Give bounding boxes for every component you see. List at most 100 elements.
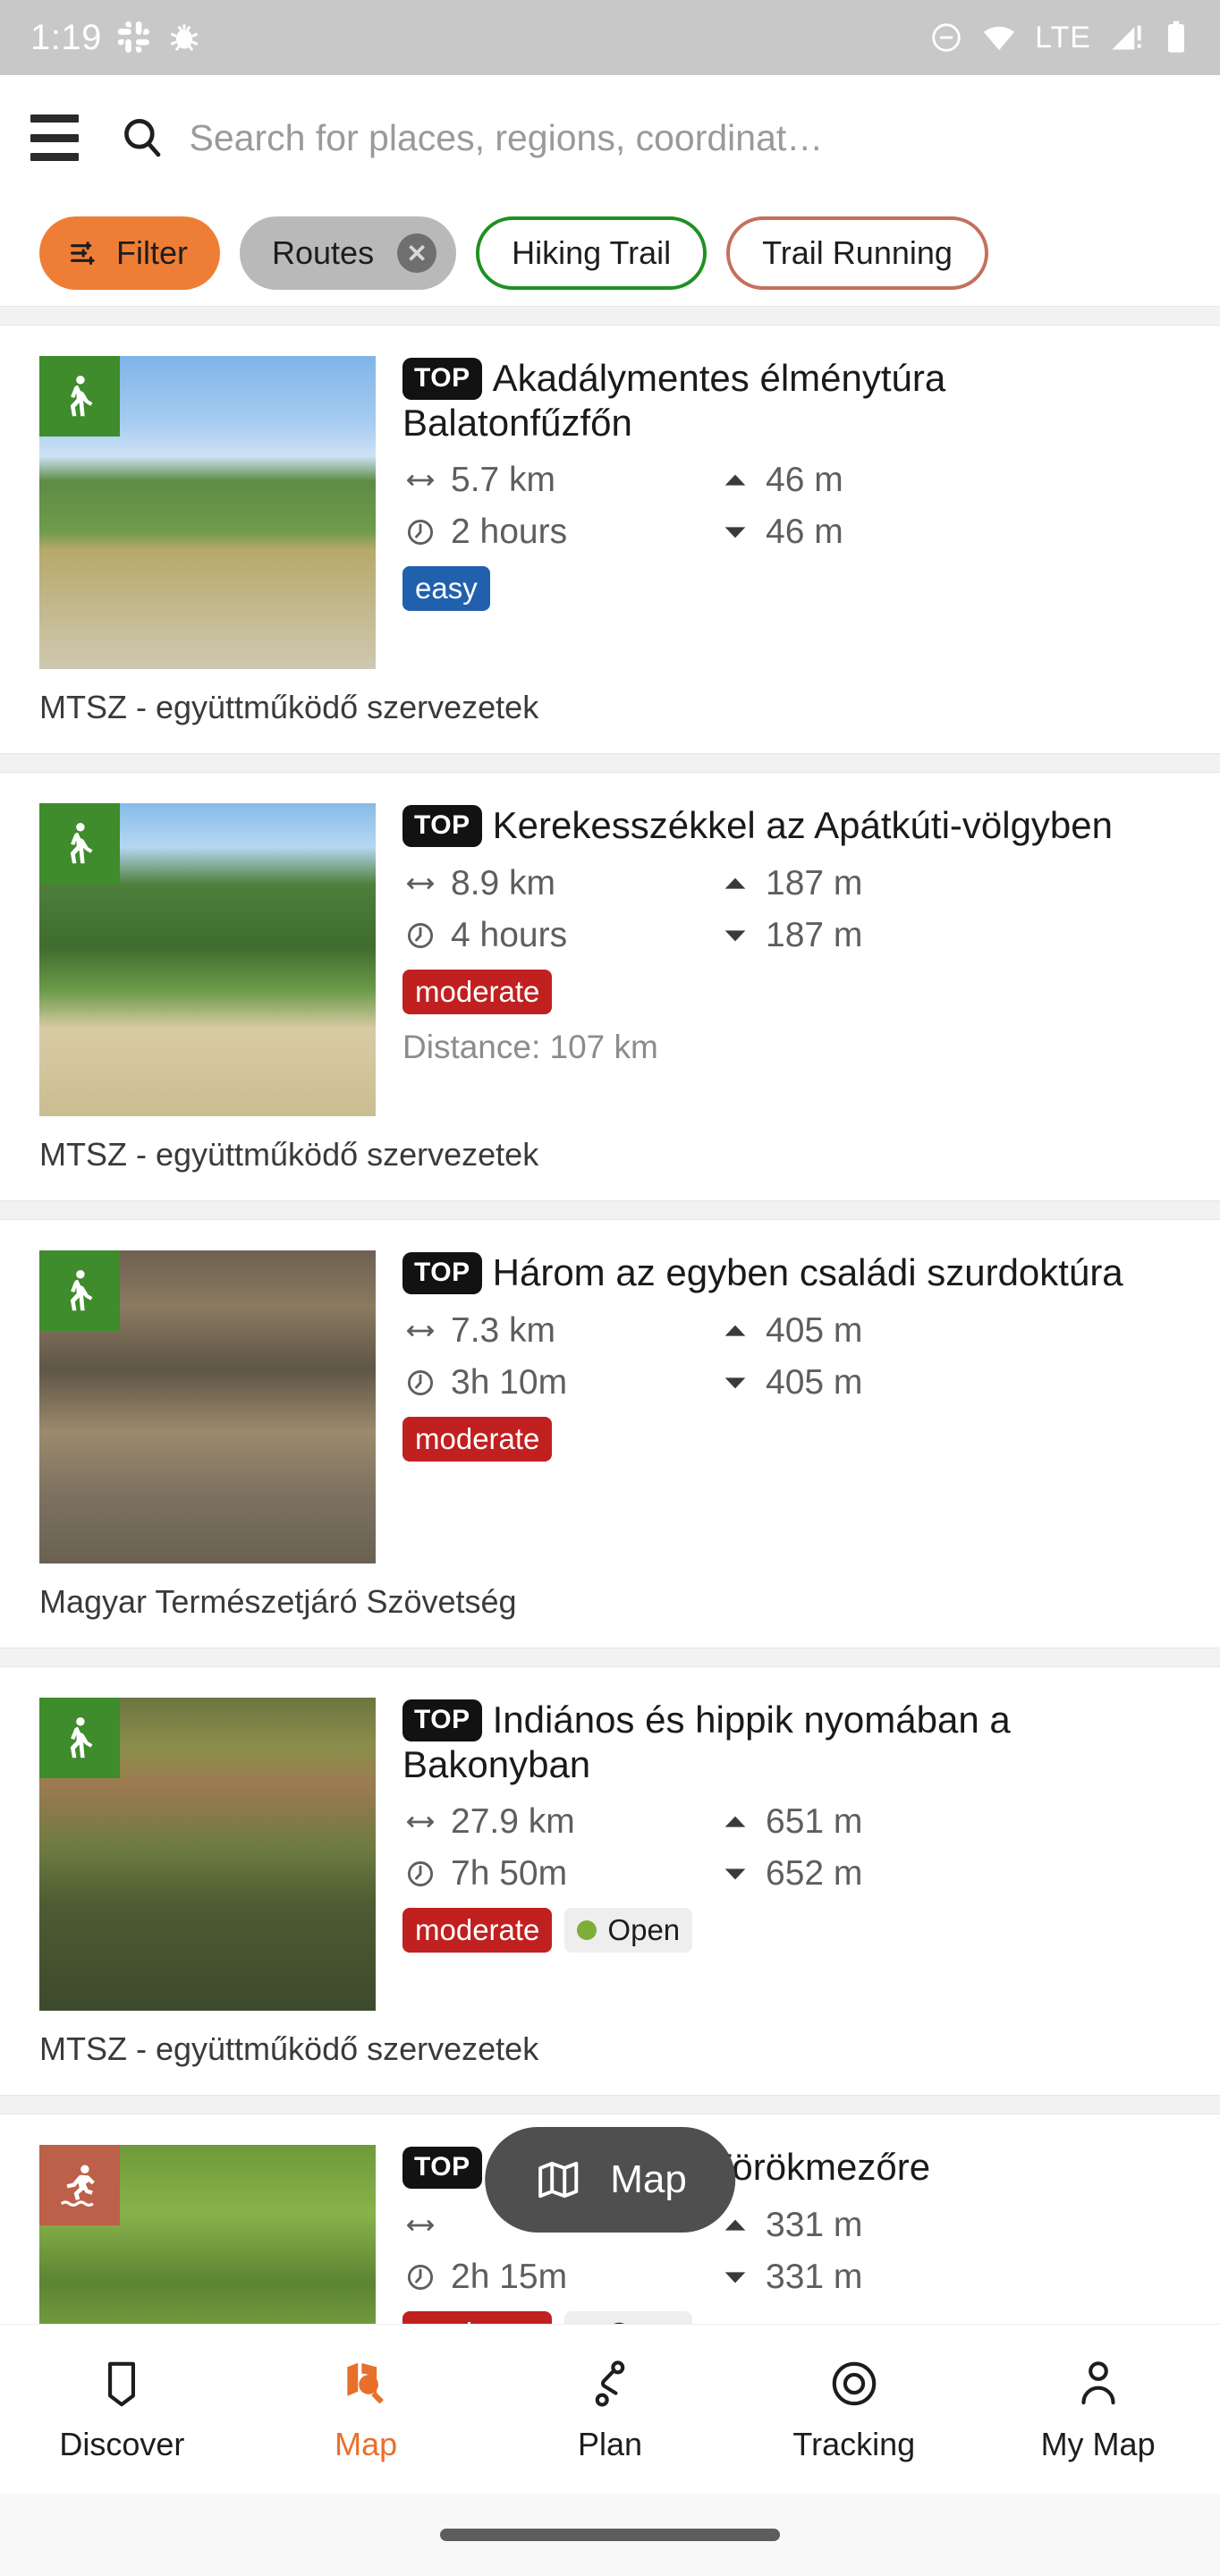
filter-chips-row[interactable]: Filter Routes ✕ Hiking Trail Trail Runni… bbox=[0, 200, 1220, 306]
nav-item-plan[interactable]: Plan bbox=[488, 2356, 733, 2463]
list-divider bbox=[0, 306, 1220, 326]
list-divider bbox=[0, 2095, 1220, 2114]
result-stats: 8.9 km 187 m 4 hours 187 m bbox=[402, 864, 1181, 955]
ascent-icon bbox=[717, 2210, 753, 2241]
network-type-label: LTE bbox=[1035, 20, 1091, 55]
chip-hiking-trail[interactable]: Hiking Trail bbox=[476, 216, 707, 290]
distance-icon bbox=[402, 1315, 438, 1347]
stat-descent-value: 46 m bbox=[766, 513, 843, 552]
home-indicator[interactable] bbox=[440, 2529, 780, 2541]
result-title: Három az egyben családi szurdoktúra bbox=[492, 1251, 1123, 1293]
trail-running-icon bbox=[39, 2145, 120, 2225]
result-thumbnail[interactable] bbox=[39, 1698, 376, 2011]
result-stats: 27.9 km 651 m 7h 50m 652 m bbox=[402, 1802, 1181, 1894]
stat-distance: 5.7 km bbox=[402, 461, 717, 500]
stat-descent-value: 187 m bbox=[766, 915, 863, 954]
status-badge-label: Open bbox=[607, 2317, 680, 2324]
stat-descent: 405 m bbox=[717, 1363, 1181, 1402]
stat-ascent-value: 651 m bbox=[766, 1802, 863, 1842]
result-thumbnail[interactable] bbox=[39, 1250, 376, 1563]
stat-distance-value: 27.9 km bbox=[451, 1802, 575, 1842]
chip-routes[interactable]: Routes ✕ bbox=[240, 216, 457, 290]
result-card[interactable]: TOP Kerekesszékkel az Apátkúti-völgyben 8… bbox=[0, 773, 1220, 1200]
nav-item-discover[interactable]: Discover bbox=[0, 2356, 244, 2463]
search-input[interactable] bbox=[189, 116, 1190, 159]
result-title: Indiános és hippik nyomában a Bakonyban bbox=[402, 1699, 1011, 1785]
result-thumbnail[interactable] bbox=[39, 356, 376, 669]
hamburger-menu-icon[interactable] bbox=[30, 114, 79, 161]
stat-duration: 3h 10m bbox=[402, 1363, 717, 1402]
result-info: TOP Indiános és hippik nyomában a Bakonyb… bbox=[376, 1698, 1181, 2011]
clock-icon bbox=[402, 1858, 438, 1890]
top-badge: TOP bbox=[402, 805, 482, 848]
clock-icon bbox=[402, 2261, 438, 2293]
stat-descent-value: 652 m bbox=[766, 1854, 863, 1894]
clock-icon bbox=[402, 516, 438, 548]
difficulty-badge: moderate bbox=[402, 2310, 553, 2324]
stat-ascent-value: 46 m bbox=[766, 461, 843, 500]
descent-icon bbox=[717, 1859, 753, 1889]
results-list[interactable]: TOP Akadálymentes élménytúra Balatonfűzfő… bbox=[0, 306, 1220, 2324]
target-icon bbox=[832, 2361, 877, 2405]
stat-duration: 7h 50m bbox=[402, 1854, 717, 1894]
result-card[interactable]: TOP Három az egyben családi szurdoktúra 7… bbox=[0, 1220, 1220, 1648]
nav-item-map-label: Map bbox=[335, 2425, 398, 2462]
difficulty-badge: moderate bbox=[402, 1416, 553, 1462]
home-indicator-area bbox=[0, 2494, 1220, 2576]
nav-item-my-map-label: My Map bbox=[1040, 2425, 1156, 2462]
bug-icon bbox=[170, 24, 199, 52]
result-card[interactable]: TOP Akadálymentes élménytúra Balatonfűzfő… bbox=[0, 326, 1220, 753]
result-source: MTSZ - együttműködő szervezetek bbox=[39, 2030, 539, 2067]
signal-icon bbox=[1112, 25, 1141, 50]
nav-item-map[interactable]: Map bbox=[244, 2356, 488, 2463]
descent-icon bbox=[717, 517, 753, 547]
result-title-row: TOP Akadálymentes élménytúra Balatonfűzfő… bbox=[402, 356, 1181, 445]
chip-routes-label: Routes bbox=[272, 234, 375, 271]
stat-ascent: 405 m bbox=[717, 1311, 1181, 1351]
result-badges: moderate Open bbox=[402, 1908, 1181, 1953]
chip-routes-remove-icon[interactable]: ✕ bbox=[397, 233, 437, 273]
result-info: TOP Akadálymentes élménytúra Balatonfűzfő… bbox=[376, 356, 1181, 669]
nav-item-discover-label: Discover bbox=[59, 2425, 185, 2462]
bookmark-icon bbox=[108, 2361, 136, 2406]
result-title-row: TOP Indiános és hippik nyomában a Bakonyb… bbox=[402, 1698, 1181, 1786]
status-badge-label: Open bbox=[607, 1913, 681, 1947]
nav-item-my-map[interactable]: My Map bbox=[976, 2356, 1220, 2463]
result-stats: 7.3 km 405 m 3h 10m 405 m bbox=[402, 1311, 1181, 1402]
clock-icon bbox=[402, 1367, 438, 1399]
map-toggle-button[interactable]: Map bbox=[485, 2127, 735, 2233]
chip-filter[interactable]: Filter bbox=[39, 216, 220, 290]
hiking-icon bbox=[39, 1698, 120, 1778]
map-search-icon bbox=[347, 2362, 385, 2403]
descent-icon bbox=[717, 2262, 753, 2292]
ascent-icon bbox=[717, 869, 753, 899]
list-divider bbox=[0, 1648, 1220, 1667]
result-thumbnail[interactable] bbox=[39, 2145, 376, 2324]
chip-trail-running[interactable]: Trail Running bbox=[726, 216, 988, 290]
stat-distance: 7.3 km bbox=[402, 1311, 717, 1351]
search-icon bbox=[123, 118, 160, 157]
clock-icon bbox=[402, 919, 438, 952]
bottom-navigation[interactable]: Discover Map Plan Tracking My Map bbox=[0, 2324, 1220, 2494]
stat-descent: 652 m bbox=[717, 1854, 1181, 1894]
result-thumbnail[interactable] bbox=[39, 803, 376, 1116]
map-icon bbox=[538, 2161, 579, 2199]
nav-item-tracking[interactable]: Tracking bbox=[732, 2356, 976, 2463]
ascent-icon bbox=[717, 1807, 753, 1837]
result-title-row: TOP Három az egyben családi szurdoktúra bbox=[402, 1250, 1181, 1295]
result-title-row: TOP Kerekesszékkel az Apátkúti-völgyben bbox=[402, 803, 1181, 848]
sliders-icon bbox=[71, 242, 95, 265]
wifi-icon bbox=[984, 26, 1015, 51]
stat-distance-value: 5.7 km bbox=[451, 461, 556, 500]
hiking-icon bbox=[39, 1250, 120, 1331]
result-title: Akadálymentes élménytúra Balatonfűzfőn bbox=[402, 357, 946, 444]
stat-duration: 4 hours bbox=[402, 916, 717, 955]
top-badge: TOP bbox=[402, 1252, 482, 1295]
result-title: Kerekesszékkel az Apátkúti-völgyben bbox=[492, 804, 1114, 846]
top-badge: TOP bbox=[402, 358, 482, 401]
descent-icon bbox=[717, 1368, 753, 1398]
status-bar-right: LTE bbox=[929, 20, 1190, 55]
chip-filter-label: Filter bbox=[116, 234, 188, 271]
chip-trail-running-label: Trail Running bbox=[762, 234, 953, 271]
result-card[interactable]: TOP Indiános és hippik nyomában a Bakonyb… bbox=[0, 1667, 1220, 2095]
